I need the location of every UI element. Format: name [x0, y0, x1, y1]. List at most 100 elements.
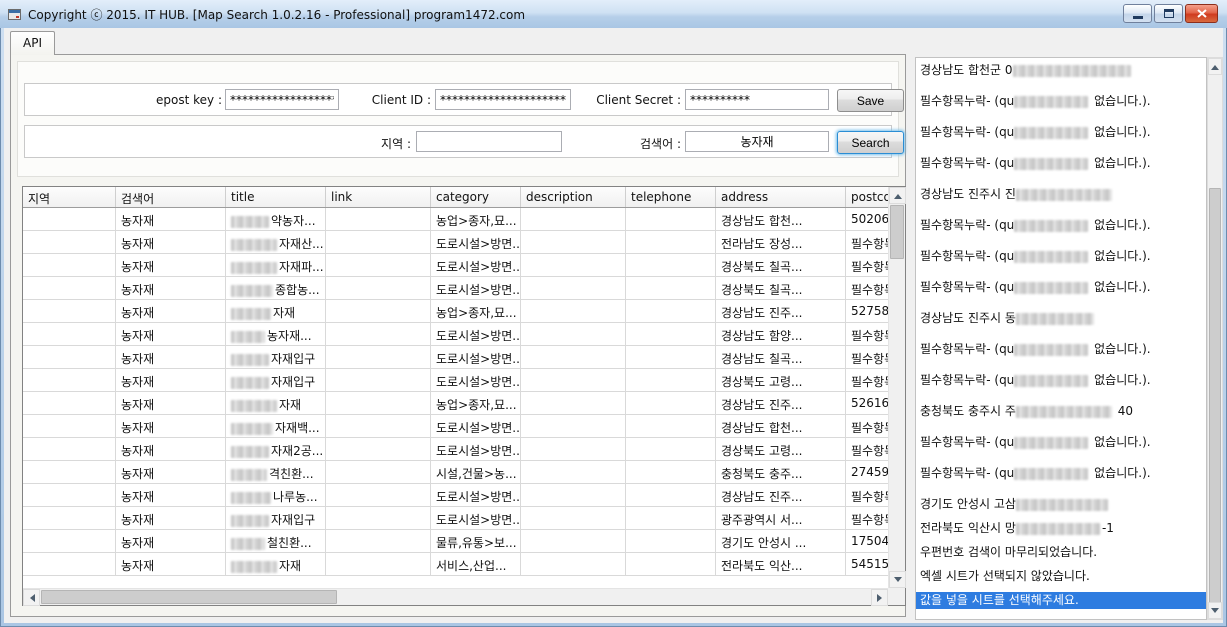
log-scroll-thumb[interactable]	[1209, 188, 1221, 603]
vertical-scroll-thumb[interactable]	[890, 205, 904, 259]
horizontal-scroll-thumb[interactable]	[41, 590, 337, 604]
maximize-button[interactable]	[1154, 4, 1183, 23]
log-item[interactable]: 경상남도 합천군 0	[920, 62, 1206, 79]
column-header-keyword[interactable]: 검색어	[116, 187, 226, 207]
table-row[interactable]: 농자재농자재...도로시설>방면...경상남도 함양...필수항목누락	[23, 323, 888, 346]
table-row[interactable]: 농자재자재파...도로시설>방면...경상북도 칠곡...필수항목누락	[23, 254, 888, 277]
table-row[interactable]: 농자재자재입구도로시설>방면...광주광역시 서...필수항목누락	[23, 507, 888, 530]
cell-region	[23, 231, 116, 253]
cell-keyword: 농자재	[116, 438, 226, 460]
column-header-postcd[interactable]: postcd	[846, 187, 888, 207]
column-header-description[interactable]: description	[521, 187, 626, 207]
search-box: 지역 : 검색어 : Search	[24, 125, 892, 158]
cell-keyword: 농자재	[116, 392, 226, 414]
keyword-input[interactable]	[685, 131, 829, 152]
log-item[interactable]: 필수항목누락- (qu 없습니다.).	[920, 279, 1206, 296]
table-row[interactable]: 농자재종합농...도로시설>방면...경상북도 칠곡...필수항목누락	[23, 277, 888, 300]
cell-telephone	[626, 530, 716, 552]
cell-postcd: 필수항목누락	[846, 415, 888, 437]
scroll-down-button[interactable]	[889, 571, 906, 588]
log-item[interactable]: 필수항목누락- (qu 없습니다.).	[920, 465, 1206, 482]
table-row[interactable]: 농자재자재입구도로시설>방면...경상북도 고령...필수항목누락	[23, 369, 888, 392]
table-row[interactable]: 농자재자재산...도로시설>방면...전라남도 장성...필수항목누락	[23, 231, 888, 254]
log-item[interactable]: 필수항목누락- (qu 없습니다.).	[920, 217, 1206, 234]
titlebar[interactable]: Copyright ⓒ 2015. IT HUB. [Map Search 1.…	[0, 0, 1227, 28]
cell-title: 격친환...	[226, 461, 326, 483]
grid-horizontal-scrollbar[interactable]	[23, 588, 888, 605]
log-item[interactable]: 우편번호 검색이 마무리되었습니다.	[920, 544, 1206, 561]
save-button[interactable]: Save	[837, 89, 904, 112]
region-input[interactable]	[416, 131, 562, 152]
log-item[interactable]: 충청북도 충주시 주 40	[920, 403, 1206, 420]
tab-api[interactable]: API	[10, 31, 55, 55]
search-button[interactable]: Search	[837, 131, 904, 154]
log-item[interactable]: 필수항목누락- (qu 없습니다.).	[920, 372, 1206, 389]
log-item[interactable]: 필수항목누락- (qu 없습니다.).	[920, 93, 1206, 110]
scroll-right-button[interactable]	[871, 589, 888, 606]
log-item[interactable]: 값을 넣을 시트를 선택해주세요.	[916, 592, 1206, 609]
column-header-region[interactable]: 지역	[23, 187, 116, 207]
close-button[interactable]	[1185, 4, 1218, 23]
cell-address: 경상남도 진주...	[716, 484, 846, 506]
log-scroll-down-button[interactable]	[1208, 602, 1222, 619]
cell-description	[521, 277, 626, 299]
log-item[interactable]: 경상남도 진주시 동	[920, 310, 1206, 327]
column-header-telephone[interactable]: telephone	[626, 187, 716, 207]
blurred-text	[231, 538, 265, 550]
cell-keyword: 농자재	[116, 346, 226, 368]
cell-link	[326, 553, 431, 575]
log-item[interactable]: 경상남도 진주시 진	[920, 186, 1206, 203]
table-row[interactable]: 농자재나루농...도로시설>방면...경상남도 진주...필수항목누락	[23, 484, 888, 507]
cell-postcd: 52758	[846, 300, 888, 322]
cell-region	[23, 346, 116, 368]
column-header-category[interactable]: category	[431, 187, 521, 207]
cell-postcd: 필수항목누락	[846, 277, 888, 299]
cell-title: 자재	[226, 392, 326, 414]
column-header-address[interactable]: address	[716, 187, 846, 207]
client-secret-input[interactable]	[685, 89, 829, 110]
cell-telephone	[626, 277, 716, 299]
cell-address: 경상북도 고령...	[716, 369, 846, 391]
table-row[interactable]: 농자재자재농업>종자,묘...경상남도 진주...52758	[23, 300, 888, 323]
client-id-input[interactable]	[435, 89, 571, 110]
table-row[interactable]: 농자재철친환...물류,유통>보...경기도 안성시 ...17504	[23, 530, 888, 553]
log-item[interactable]: 필수항목누락- (qu 없습니다.).	[920, 341, 1206, 358]
log-scroll-up-button[interactable]	[1208, 58, 1222, 75]
cell-region	[23, 507, 116, 529]
minimize-button[interactable]	[1123, 4, 1152, 23]
cell-telephone	[626, 461, 716, 483]
cell-postcd: 필수항목누락	[846, 438, 888, 460]
log-item[interactable]: 필수항목누락- (qu 없습니다.).	[920, 155, 1206, 172]
scroll-left-button[interactable]	[23, 589, 40, 606]
cell-title: 농자재...	[226, 323, 326, 345]
cell-keyword: 농자재	[116, 507, 226, 529]
blurred-text	[231, 262, 277, 274]
log-item[interactable]: 전라북도 익산시 망-1	[920, 520, 1206, 537]
cell-telephone	[626, 392, 716, 414]
log-item[interactable]: 필수항목누락- (qu 없습니다.).	[920, 248, 1206, 265]
client-id-label: Client ID :	[349, 93, 431, 107]
grid-vertical-scrollbar[interactable]	[888, 187, 905, 588]
blurred-text	[231, 308, 271, 320]
table-row[interactable]: 농자재자재서비스,산업...전라북도 익산...54515	[23, 553, 888, 576]
table-row[interactable]: 농자재자재농업>종자,묘...경상남도 진주...52616	[23, 392, 888, 415]
log-item[interactable]: 경기도 안성시 고삼	[920, 496, 1206, 513]
table-row[interactable]: 농자재자재2공...도로시설>방면...경상북도 고령...필수항목누락	[23, 438, 888, 461]
blurred-text	[231, 423, 273, 435]
log-item[interactable]: 엑셀 시트가 선택되지 않았습니다.	[920, 568, 1206, 585]
table-row[interactable]: 농자재격친환...시설,건물>농...충청북도 충주...27459	[23, 461, 888, 484]
table-row[interactable]: 농자재자재백...도로시설>방면...경상남도 합천...필수항목누락	[23, 415, 888, 438]
column-header-link[interactable]: link	[326, 187, 431, 207]
scroll-up-button[interactable]	[889, 187, 906, 204]
blurred-text	[231, 469, 267, 481]
blurred-text	[1016, 523, 1100, 535]
table-row[interactable]: 농자재약농자...농업>종자,묘...경상남도 합천...50206	[23, 208, 888, 231]
log-item[interactable]: 필수항목누락- (qu 없습니다.).	[920, 124, 1206, 141]
log-vertical-scrollbar[interactable]	[1207, 57, 1223, 620]
table-row[interactable]: 농자재자재입구도로시설>방면...경상남도 칠곡...필수항목누락	[23, 346, 888, 369]
epost-key-input[interactable]	[225, 89, 339, 110]
column-header-title[interactable]: title	[226, 187, 326, 207]
cell-keyword: 농자재	[116, 208, 226, 230]
app-icon	[7, 7, 22, 22]
log-item[interactable]: 필수항목누락- (qu 없습니다.).	[920, 434, 1206, 451]
